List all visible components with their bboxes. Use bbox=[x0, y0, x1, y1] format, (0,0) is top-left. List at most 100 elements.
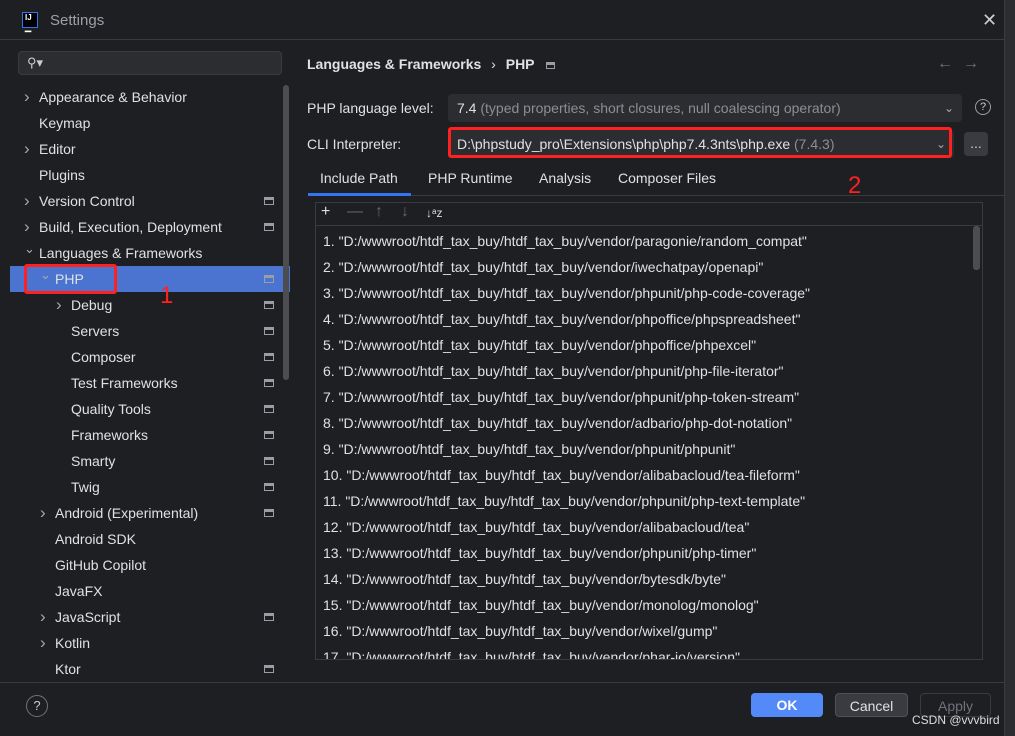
sidebar-item-version-control[interactable]: › Version Control bbox=[10, 188, 290, 214]
add-icon[interactable]: + bbox=[321, 203, 330, 221]
sidebar-item-test-frameworks[interactable]: Test Frameworks bbox=[10, 370, 290, 396]
sidebar-item-label: Kotlin bbox=[55, 635, 91, 651]
sidebar-item-editor[interactable]: › Editor bbox=[10, 136, 290, 162]
list-item[interactable]: 3. "D:/wwwroot/htdf_tax_buy/htdf_tax_buy… bbox=[323, 285, 810, 301]
sidebar-item-label: Quality Tools bbox=[71, 401, 151, 417]
list-item[interactable]: 12. "D:/wwwroot/htdf_tax_buy/htdf_tax_bu… bbox=[323, 519, 749, 535]
breadcrumb-parent[interactable]: Languages & Frameworks bbox=[307, 56, 481, 72]
remove-icon[interactable]: — bbox=[347, 203, 363, 221]
sidebar-item-label: Plugins bbox=[39, 167, 85, 183]
chevron-right-icon[interactable]: › bbox=[40, 500, 46, 526]
sidebar-item-label: Smarty bbox=[71, 453, 116, 469]
sidebar-item-label: Keymap bbox=[39, 115, 91, 131]
sidebar-item-build-execution-deployment[interactable]: › Build, Execution, Deployment bbox=[10, 214, 290, 240]
sidebar-item-frameworks[interactable]: Frameworks bbox=[10, 422, 290, 448]
sidebar-item-label: Android (Experimental) bbox=[55, 505, 199, 521]
sort-icon[interactable]: ↓ᵃz bbox=[426, 206, 442, 220]
tab-composer-files[interactable]: Composer Files bbox=[618, 170, 716, 186]
help-icon[interactable]: ? bbox=[975, 99, 991, 115]
sidebar-item-label: Test Frameworks bbox=[71, 375, 178, 391]
list-item[interactable]: 1. "D:/wwwroot/htdf_tax_buy/htdf_tax_buy… bbox=[323, 233, 807, 249]
sidebar-item-servers[interactable]: Servers bbox=[10, 318, 290, 344]
php-language-level-select[interactable]: 7.4 (typed properties, short closures, n… bbox=[448, 94, 962, 122]
language-level-value: 7.4 bbox=[457, 100, 477, 116]
list-item[interactable]: 7. "D:/wwwroot/htdf_tax_buy/htdf_tax_buy… bbox=[323, 389, 799, 405]
list-item[interactable]: 16. "D:/wwwroot/htdf_tax_buy/htdf_tax_bu… bbox=[323, 623, 717, 639]
sidebar-item-kotlin[interactable]: › Kotlin bbox=[10, 630, 290, 656]
sidebar-item-github-copilot[interactable]: GitHub Copilot bbox=[10, 552, 290, 578]
list-scrollbar[interactable] bbox=[973, 226, 980, 270]
help-button[interactable]: ? bbox=[26, 695, 48, 717]
list-item[interactable]: 8. "D:/wwwroot/htdf_tax_buy/htdf_tax_buy… bbox=[323, 415, 792, 431]
window-title: Settings bbox=[50, 12, 105, 29]
sidebar-item-quality-tools[interactable]: Quality Tools bbox=[10, 396, 290, 422]
project-level-icon bbox=[264, 457, 274, 465]
list-item[interactable]: 17. "D:/wwwroot/htdf_tax_buy/htdf_tax_bu… bbox=[323, 649, 740, 659]
sidebar-item-ktor[interactable]: Ktor bbox=[10, 656, 290, 682]
tab-analysis[interactable]: Analysis bbox=[539, 170, 591, 186]
sidebar-item-label: Composer bbox=[71, 349, 136, 365]
sidebar-item-android-sdk[interactable]: Android SDK bbox=[10, 526, 290, 552]
annotation-box-2 bbox=[448, 127, 952, 158]
chevron-right-icon[interactable]: › bbox=[40, 604, 46, 630]
back-arrow-icon[interactable]: ← bbox=[937, 55, 953, 73]
list-item[interactable]: 14. "D:/wwwroot/htdf_tax_buy/htdf_tax_bu… bbox=[323, 571, 726, 587]
list-item[interactable]: 2. "D:/wwwroot/htdf_tax_buy/htdf_tax_buy… bbox=[323, 259, 763, 275]
chevron-right-icon[interactable]: › bbox=[24, 188, 30, 214]
project-level-icon bbox=[264, 223, 274, 231]
footer-divider bbox=[0, 682, 1005, 683]
list-item[interactable]: 6. "D:/wwwroot/htdf_tax_buy/htdf_tax_buy… bbox=[323, 363, 784, 379]
project-level-icon bbox=[264, 197, 274, 205]
list-item[interactable]: 11. "D:/wwwroot/htdf_tax_buy/htdf_tax_bu… bbox=[323, 493, 805, 509]
breadcrumb: Languages & Frameworks › PHP bbox=[307, 56, 556, 72]
sidebar-scrollbar[interactable] bbox=[283, 85, 289, 380]
chevron-right-icon[interactable]: › bbox=[56, 292, 62, 318]
forward-arrow-icon[interactable]: → bbox=[963, 55, 979, 73]
project-level-icon bbox=[546, 62, 556, 69]
sidebar-item-plugins[interactable]: Plugins bbox=[10, 162, 290, 188]
cancel-button[interactable]: Cancel bbox=[835, 693, 908, 717]
language-level-desc: (typed properties, short closures, null … bbox=[480, 100, 841, 116]
breadcrumb-current: PHP bbox=[505, 56, 535, 72]
sidebar-item-label: Build, Execution, Deployment bbox=[39, 219, 222, 235]
move-up-icon[interactable]: ↑ bbox=[375, 203, 383, 221]
ok-button[interactable]: OK bbox=[751, 693, 823, 717]
sidebar-item-keymap[interactable]: Keymap bbox=[10, 110, 290, 136]
project-level-icon bbox=[264, 509, 274, 517]
toolbar-divider bbox=[316, 225, 982, 226]
sidebar-item-composer[interactable]: Composer bbox=[10, 344, 290, 370]
watermark: CSDN @vvvbird bbox=[912, 713, 1000, 727]
project-level-icon bbox=[264, 301, 274, 309]
list-item[interactable]: 15. "D:/wwwroot/htdf_tax_buy/htdf_tax_bu… bbox=[323, 597, 759, 613]
chevron-right-icon[interactable]: › bbox=[40, 630, 46, 656]
sidebar-item-android-experimental[interactable]: › Android (Experimental) bbox=[10, 500, 290, 526]
list-item[interactable]: 4. "D:/wwwroot/htdf_tax_buy/htdf_tax_buy… bbox=[323, 311, 800, 327]
tab-include-path[interactable]: Include Path bbox=[320, 170, 398, 186]
project-level-icon bbox=[264, 327, 274, 335]
project-level-icon bbox=[264, 405, 274, 413]
sidebar-item-label: Version Control bbox=[39, 193, 135, 209]
sidebar-item-smarty[interactable]: Smarty bbox=[10, 448, 290, 474]
sidebar-item-label: Debug bbox=[71, 297, 113, 313]
close-icon[interactable]: ✕ bbox=[982, 10, 997, 31]
project-level-icon bbox=[264, 483, 274, 491]
sidebar-item-javascript[interactable]: › JavaScript bbox=[10, 604, 290, 630]
chevron-right-icon[interactable]: › bbox=[24, 84, 30, 110]
sidebar-item-twig[interactable]: Twig bbox=[10, 474, 290, 500]
list-item[interactable]: 9. "D:/wwwroot/htdf_tax_buy/htdf_tax_buy… bbox=[323, 441, 735, 457]
tab-php-runtime[interactable]: PHP Runtime bbox=[428, 170, 513, 186]
browse-interpreter-button[interactable]: ... bbox=[964, 132, 988, 156]
chevron-down-icon[interactable]: ⌄ bbox=[24, 236, 35, 262]
list-item[interactable]: 13. "D:/wwwroot/htdf_tax_buy/htdf_tax_bu… bbox=[323, 545, 756, 561]
sidebar-item-label: Editor bbox=[39, 141, 76, 157]
sidebar-item-appearance-behavior[interactable]: › Appearance & Behavior bbox=[10, 84, 290, 110]
settings-search-input[interactable]: ⚲▾ bbox=[18, 51, 282, 75]
sidebar-item-languages-frameworks[interactable]: ⌄ Languages & Frameworks bbox=[10, 240, 290, 266]
sidebar-item-javafx[interactable]: JavaFX bbox=[10, 578, 290, 604]
move-down-icon[interactable]: ↓ bbox=[401, 203, 409, 221]
settings-dialog: IJ ▁ Settings ✕ ⚲▾ › Appearance & Behavior… bbox=[0, 0, 1005, 736]
chevron-right-icon[interactable]: › bbox=[24, 136, 30, 162]
list-item[interactable]: 5. "D:/wwwroot/htdf_tax_buy/htdf_tax_buy… bbox=[323, 337, 756, 353]
list-item[interactable]: 10. "D:/wwwroot/htdf_tax_buy/htdf_tax_bu… bbox=[323, 467, 800, 483]
sidebar-item-debug[interactable]: › Debug bbox=[10, 292, 290, 318]
